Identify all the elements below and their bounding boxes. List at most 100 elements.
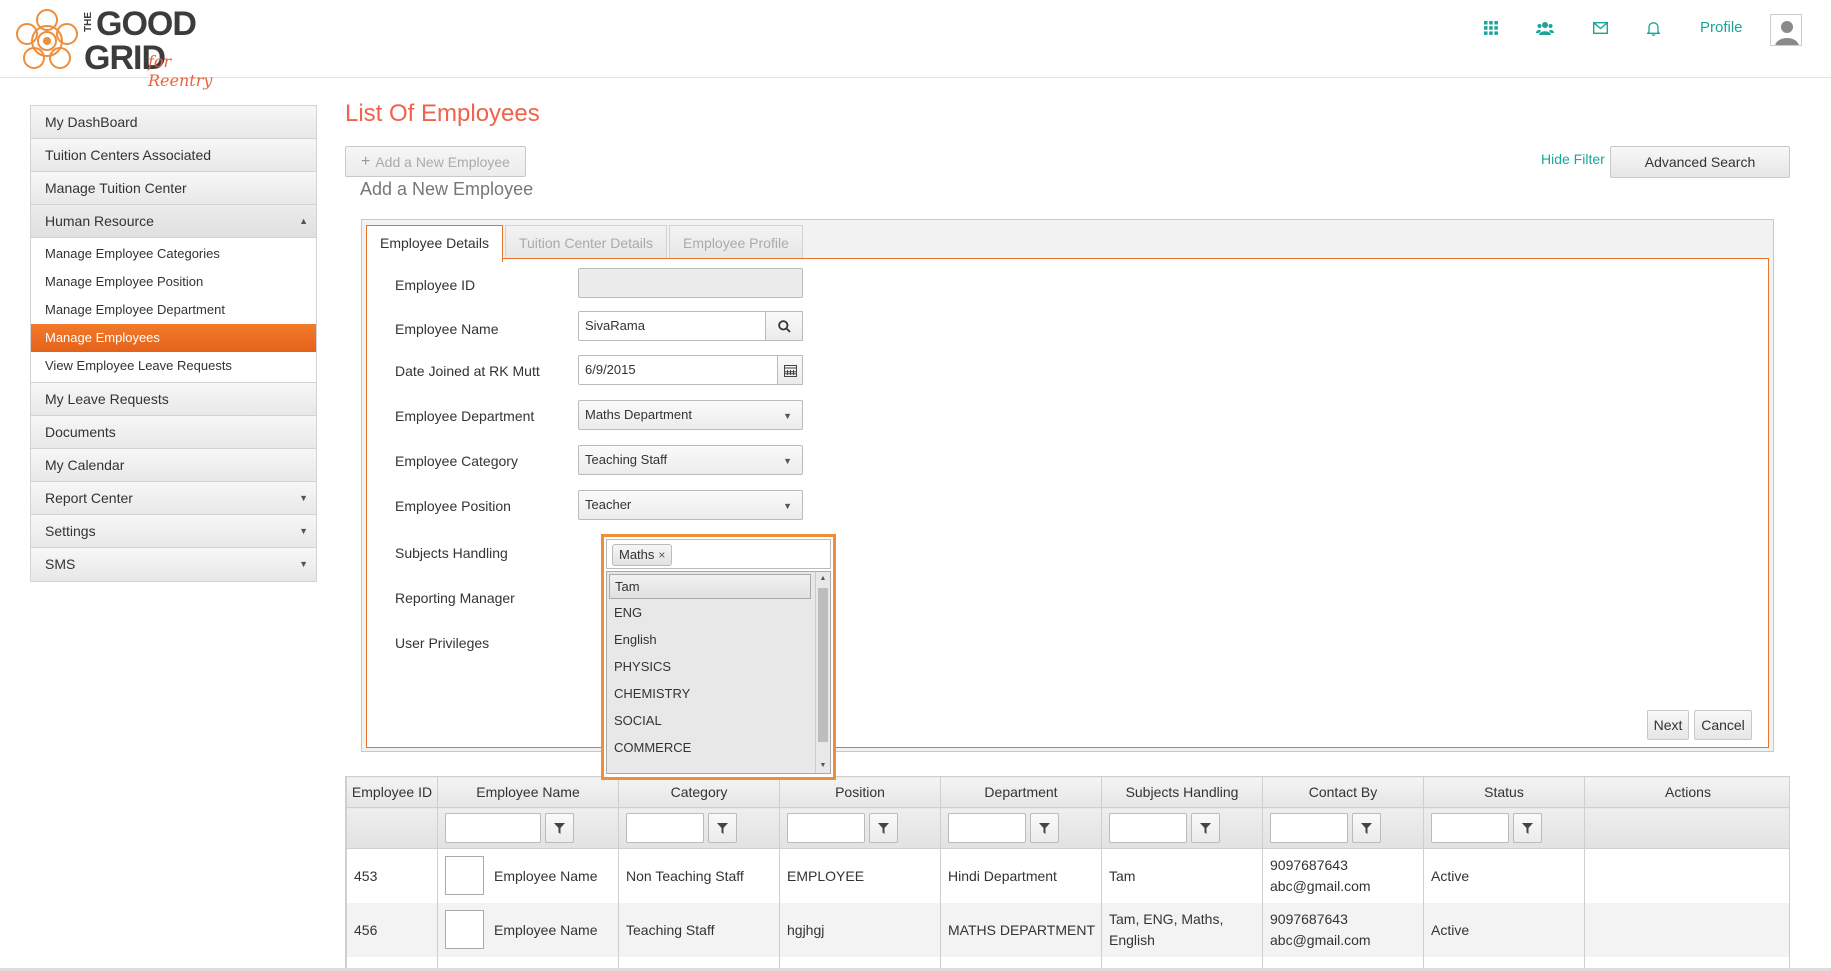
sidebar-subitem-employee-department[interactable]: Manage Employee Department — [31, 296, 316, 324]
table-row[interactable]: 456 Employee Name Teaching Staff hgjhgj … — [346, 902, 1789, 957]
sidebar-item-sms[interactable]: SMS ▼ — [31, 548, 316, 581]
remove-chip-icon[interactable]: × — [658, 548, 665, 562]
sidebar-item-settings[interactable]: Settings ▼ — [31, 515, 316, 548]
dropdown-option[interactable]: Tam — [609, 574, 811, 599]
column-header[interactable]: Employee ID — [346, 776, 438, 808]
scroll-up-icon[interactable]: ▲ — [816, 572, 830, 586]
sidebar: My DashBoard Tuition Centers Associated … — [30, 105, 317, 582]
filter-input[interactable] — [787, 813, 865, 843]
subjects-multiselect[interactable]: Maths × Tam ENG English PHYSICS CHEMISTRY… — [601, 534, 836, 780]
sidebar-item-label: Documents — [45, 424, 116, 440]
employee-name-field[interactable]: SivaRama — [578, 311, 803, 341]
table-row[interactable]: 453 Employee Name Non Teaching Staff EMP… — [346, 848, 1789, 903]
column-header[interactable]: Category — [618, 776, 780, 808]
column-header[interactable]: Contact By — [1262, 776, 1424, 808]
dropdown-option[interactable]: CHEMISTRY — [607, 680, 830, 707]
employee-photo — [445, 910, 484, 949]
sidebar-subitem-employee-categories[interactable]: Manage Employee Categories — [31, 240, 316, 268]
column-header[interactable]: Position — [779, 776, 941, 808]
column-header[interactable]: Actions — [1584, 776, 1789, 808]
chevron-down-icon: ▼ — [783, 501, 792, 511]
cell-status: Active — [1423, 848, 1585, 903]
column-header[interactable]: Department — [940, 776, 1102, 808]
tab-tuition-center-details[interactable]: Tuition Center Details — [504, 225, 668, 261]
filter-row — [346, 807, 1789, 849]
sidebar-item-tuition-centers-associated[interactable]: Tuition Centers Associated — [31, 139, 316, 172]
date-joined-label: Date Joined at RK Mutt — [395, 363, 540, 379]
profile-link[interactable]: Profile — [1700, 19, 1743, 36]
cell-employee-name: Employee Name — [437, 902, 619, 957]
date-joined-field[interactable]: 6/9/2015 — [578, 355, 803, 385]
employee-search-button[interactable] — [765, 311, 803, 341]
sidebar-item-report-center[interactable]: Report Center ▼ — [31, 482, 316, 515]
scroll-down-icon[interactable]: ▼ — [816, 759, 830, 773]
calendar-button[interactable] — [777, 355, 803, 385]
contact-phone: 9097687643 — [1270, 910, 1348, 927]
cell-category: Non Teaching Staff — [618, 848, 780, 903]
filter-button[interactable] — [869, 813, 898, 843]
logo-tagline: for Reentry — [148, 52, 213, 90]
employee-photo — [445, 856, 484, 896]
dropdown-option[interactable]: PHYSICS — [607, 653, 830, 680]
filter-input[interactable] — [1109, 813, 1187, 843]
form-body: Employee ID Employee Name SivaRama Date … — [366, 258, 1769, 748]
filter-input[interactable] — [445, 813, 541, 843]
subjects-input[interactable]: Maths × — [606, 539, 831, 569]
advanced-search-button[interactable]: Advanced Search — [1610, 146, 1790, 178]
column-header[interactable]: Employee Name — [437, 776, 619, 808]
filter-button[interactable] — [1030, 813, 1059, 843]
caret-down-icon: ▼ — [299, 493, 308, 503]
scroll-thumb[interactable] — [818, 588, 828, 742]
category-select[interactable]: Teaching Staff ▼ — [578, 445, 803, 475]
filter-button[interactable] — [545, 813, 574, 843]
position-select[interactable]: Teacher ▼ — [578, 490, 803, 520]
sidebar-item-label: SMS — [45, 556, 76, 572]
sidebar-item-human-resource[interactable]: Human Resource ▲ — [31, 205, 316, 238]
sidebar-item-label: Human Resource — [45, 213, 154, 229]
sidebar-item-manage-tuition-center[interactable]: Manage Tuition Center — [31, 172, 316, 205]
sidebar-subitem-manage-employees[interactable]: Manage Employees — [31, 324, 316, 352]
filter-input[interactable] — [626, 813, 704, 843]
cell-contact: 9097687643 abc@gmail.com — [1262, 902, 1424, 957]
cell-position: hgjhgj — [779, 902, 941, 957]
bell-icon[interactable] — [1643, 18, 1663, 38]
sidebar-item-dashboard[interactable]: My DashBoard — [31, 106, 316, 139]
hide-filter-link[interactable]: Hide Filter — [1541, 151, 1605, 167]
filter-button[interactable] — [1513, 813, 1542, 843]
filter-input[interactable] — [1270, 813, 1348, 843]
sidebar-item-my-leave-requests[interactable]: My Leave Requests — [31, 383, 316, 416]
mail-icon[interactable] — [1590, 18, 1610, 38]
tab-employee-details[interactable]: Employee Details — [366, 225, 503, 262]
filter-icon — [1361, 822, 1372, 834]
department-select[interactable]: Maths Department ▼ — [578, 400, 803, 430]
dropdown-option[interactable]: COMMERCE — [607, 734, 830, 761]
dropdown-option[interactable]: SOCIAL — [607, 707, 830, 734]
filter-input[interactable] — [948, 813, 1026, 843]
avatar[interactable] — [1770, 14, 1802, 46]
employee-id-field[interactable] — [578, 268, 803, 298]
dropdown-option[interactable]: English — [607, 626, 830, 653]
tab-employee-profile[interactable]: Employee Profile — [669, 225, 803, 261]
sidebar-subitem-leave-requests[interactable]: View Employee Leave Requests — [31, 352, 316, 380]
sidebar-item-documents[interactable]: Documents — [31, 416, 316, 449]
filter-button[interactable] — [708, 813, 737, 843]
filter-button[interactable] — [1191, 813, 1220, 843]
logo[interactable]: THE GOOD GRID for Reentry — [12, 4, 232, 90]
add-employee-button[interactable]: + Add a New Employee — [345, 146, 526, 177]
employee-id-label: Employee ID — [395, 277, 476, 293]
subjects-line: Tam, ENG, Maths, — [1109, 910, 1224, 927]
column-header[interactable]: Subjects Handling — [1101, 776, 1263, 808]
sidebar-subitem-employee-position[interactable]: Manage Employee Position — [31, 268, 316, 296]
dropdown-option[interactable]: ENG — [607, 599, 830, 626]
filter-button[interactable] — [1352, 813, 1381, 843]
apps-grid-icon[interactable] — [1481, 18, 1501, 38]
subject-chip-label: Maths — [619, 547, 655, 562]
dropdown-scrollbar[interactable]: ▲ ▼ — [815, 572, 830, 773]
filter-input[interactable] — [1431, 813, 1509, 843]
filter-cell — [779, 807, 941, 849]
sidebar-item-my-calendar[interactable]: My Calendar — [31, 449, 316, 482]
column-header[interactable]: Status — [1423, 776, 1585, 808]
next-button[interactable]: Next — [1647, 710, 1689, 740]
users-icon[interactable] — [1535, 18, 1555, 38]
cancel-button[interactable]: Cancel — [1694, 710, 1752, 740]
